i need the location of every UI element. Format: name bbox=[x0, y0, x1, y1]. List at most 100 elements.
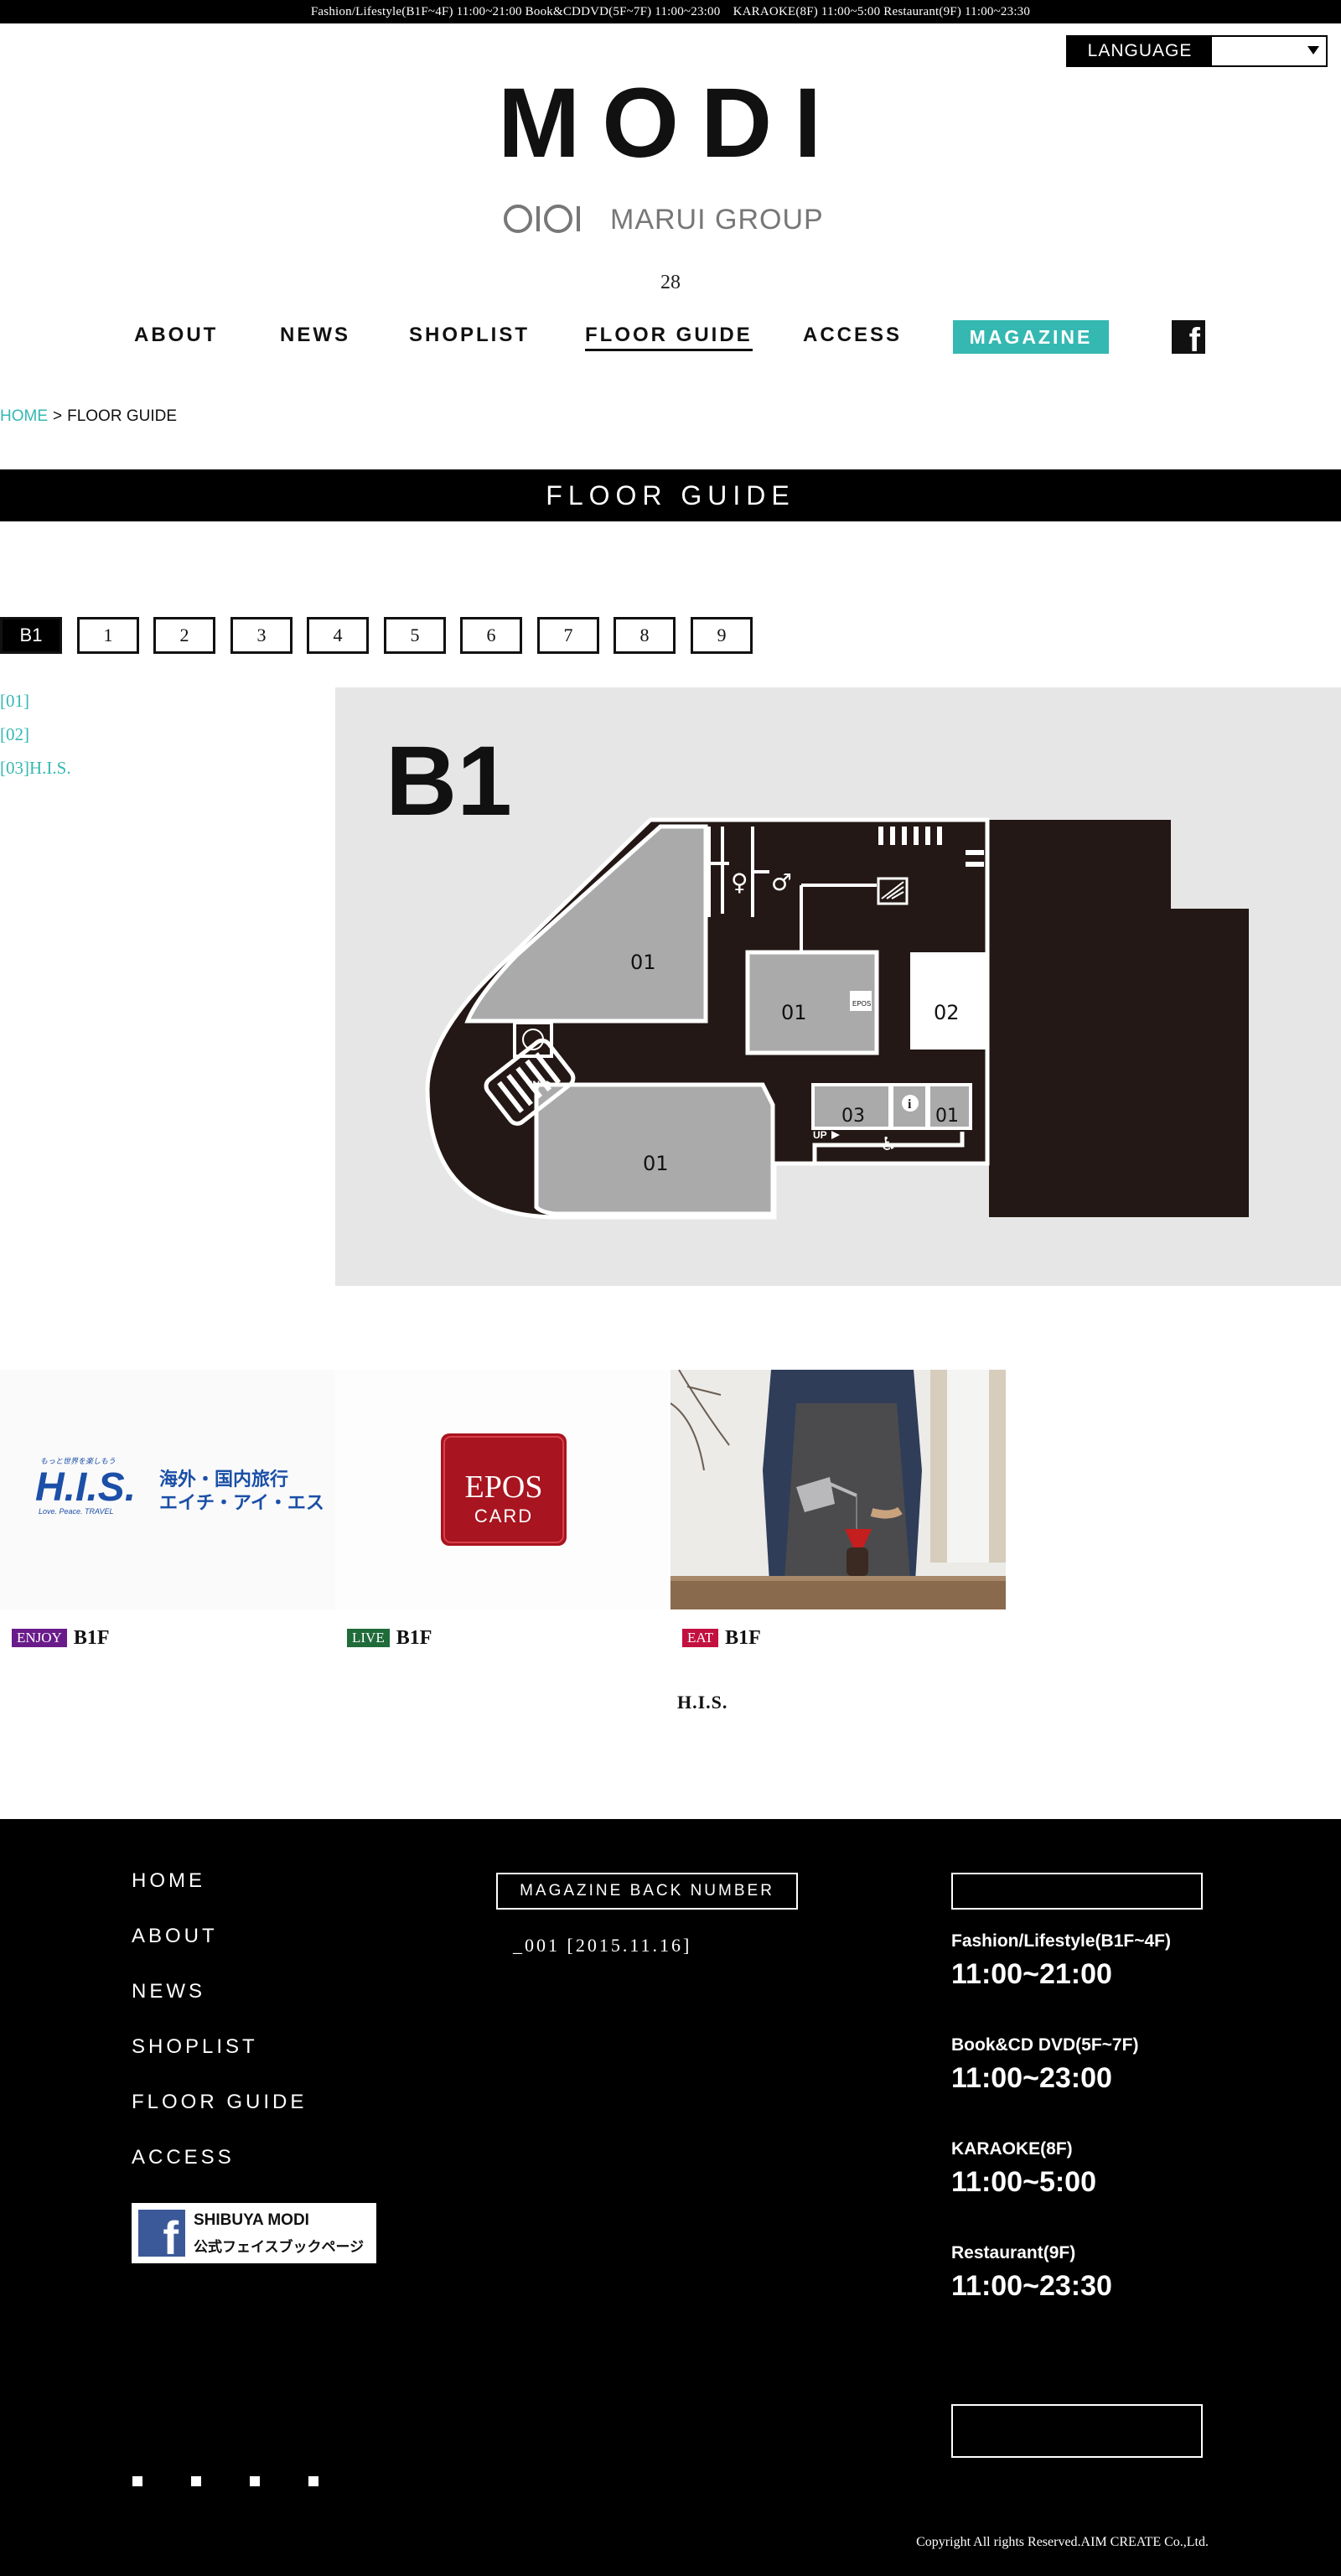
floor-tab-6[interactable]: 6 bbox=[460, 617, 522, 654]
his-japanese-title: 海外・国内旅行 bbox=[159, 1469, 288, 1490]
nav-shoplist[interactable]: SHOPLIST bbox=[409, 324, 530, 347]
wheelchair-icon: ♿ bbox=[880, 1134, 897, 1155]
breadcrumb-home[interactable]: HOME bbox=[0, 407, 48, 425]
hours-label-books: Book&CD DVD(5F~7F) bbox=[951, 2035, 1139, 2055]
his-katakana-name: エイチ・アイ・エス bbox=[159, 1493, 324, 1514]
page-title: FLOOR GUIDE bbox=[0, 469, 1341, 521]
card-floor: B1F bbox=[725, 1626, 761, 1649]
footer-nav-shoplist[interactable]: SHOPLIST bbox=[132, 2035, 258, 2059]
map-label-03: 03 bbox=[841, 1106, 865, 1127]
tag-badge: LIVE bbox=[347, 1629, 390, 1647]
facebook-banner-subtitle: 公式フェイスブックページ bbox=[194, 2239, 365, 2255]
footer-nav-about[interactable]: ABOUT bbox=[132, 1925, 218, 1948]
marui-group-text: MARUI GROUP bbox=[610, 204, 824, 236]
card-image-epos[interactable]: EPOS CARD bbox=[335, 1370, 670, 1609]
facebook-page-banner[interactable]: f SHIBUYA MODI 公式フェイスブックページ bbox=[132, 2203, 376, 2263]
hours-time-restaurant: 11:00~23:30 bbox=[951, 2270, 1112, 2302]
social-dot-icon[interactable] bbox=[132, 2476, 142, 2486]
map-label-01-c: 01 bbox=[781, 1001, 807, 1024]
restroom-male-icon: ♂ bbox=[771, 868, 792, 896]
tag-badge: EAT bbox=[682, 1629, 719, 1647]
language-select[interactable] bbox=[1212, 37, 1326, 65]
social-dot-icon[interactable] bbox=[250, 2476, 260, 2486]
language-label: LANGUAGE bbox=[1068, 37, 1212, 65]
card-meta-epos: LIVE B1F bbox=[347, 1626, 432, 1650]
oioi-rings-icon bbox=[504, 205, 580, 233]
nav-news[interactable]: NEWS bbox=[280, 324, 350, 347]
facebook-banner-title: SHIBUYA MODI bbox=[194, 2211, 309, 2229]
footer-nav-home[interactable]: HOME bbox=[132, 1869, 205, 1893]
hours-label-karaoke: KARAOKE(8F) bbox=[951, 2139, 1073, 2159]
social-dot-icon[interactable] bbox=[191, 2476, 201, 2486]
nav-access[interactable]: ACCESS bbox=[803, 324, 902, 347]
floor-map-svg: B1 ♀ ♂ EPOS IN UP i ♿ 01 01 01 02 03 01 bbox=[386, 726, 1249, 1220]
magazine-back-number-button[interactable]: MAGAZINE BACK NUMBER bbox=[496, 1873, 798, 1910]
info-icon-glyph: i bbox=[908, 1097, 912, 1112]
epos-text: EPOS bbox=[465, 1469, 543, 1505]
card-image-cafe[interactable] bbox=[670, 1370, 1006, 1609]
hours-label-restaurant: Restaurant(9F) bbox=[951, 2243, 1076, 2262]
floor-tab-8[interactable]: 8 bbox=[614, 617, 676, 654]
footer-nav-access[interactable]: ACCESS bbox=[132, 2146, 235, 2169]
footer-box-bottom[interactable] bbox=[951, 2404, 1203, 2458]
card-floor: B1F bbox=[396, 1626, 432, 1649]
store-link-01[interactable]: [01] bbox=[0, 691, 29, 712]
nav-about[interactable]: ABOUT bbox=[134, 324, 218, 347]
floor-tab-1[interactable]: 1 bbox=[77, 617, 139, 654]
map-label-01-a: 01 bbox=[630, 951, 656, 974]
breadcrumb-current: FLOOR GUIDE bbox=[67, 407, 178, 425]
marui-group-logo: MARUI GROUP bbox=[503, 200, 838, 238]
coffee-pour-photo bbox=[670, 1370, 1006, 1609]
footer-nav-floor-guide[interactable]: FLOOR GUIDE bbox=[132, 2091, 307, 2114]
footer-box-top[interactable] bbox=[951, 1873, 1203, 1910]
nav-magazine-button[interactable]: MAGAZINE bbox=[953, 320, 1109, 354]
store-link-03[interactable]: [03]H.I.S. bbox=[0, 758, 71, 779]
floor-tab-7[interactable]: 7 bbox=[537, 617, 599, 654]
breadcrumb-separator: > bbox=[53, 407, 63, 425]
map-label-01-b: 01 bbox=[643, 1152, 669, 1175]
floor-tab-b1[interactable]: B1 bbox=[0, 617, 62, 654]
footer: HOME ABOUT NEWS SHOPLIST FLOOR GUIDE ACC… bbox=[0, 1819, 1341, 2576]
floor-tab-2[interactable]: 2 bbox=[153, 617, 215, 654]
map-right-block bbox=[989, 820, 1249, 1217]
footer-nav-news[interactable]: NEWS bbox=[132, 1980, 205, 2003]
floor-tab-4[interactable]: 4 bbox=[307, 617, 369, 654]
breadcrumb: HOME > FLOOR GUIDE bbox=[0, 407, 177, 426]
social-dot-icon[interactable] bbox=[308, 2476, 318, 2486]
facebook-icon: f bbox=[138, 2210, 185, 2262]
his-logo-text: H.I.S. bbox=[35, 1465, 136, 1510]
hours-time-books: 11:00~23:00 bbox=[951, 2062, 1112, 2094]
card-floor: B1F bbox=[73, 1626, 110, 1649]
magazine-issue-link[interactable]: _001 [2015.11.16] bbox=[513, 1935, 691, 1957]
map-in-sign: IN bbox=[530, 1079, 540, 1091]
epos-kiosk-label: EPOS bbox=[852, 1000, 871, 1008]
his-logo-image: もっと世界を楽しもう H.I.S. Love. Peace. TRAVEL 海外… bbox=[35, 1457, 324, 1516]
epos-card-image: EPOS CARD bbox=[441, 1433, 567, 1546]
map-shop-01-a[interactable] bbox=[464, 824, 708, 1024]
floor-map: B1 ♀ ♂ EPOS IN UP i ♿ 01 01 01 02 03 01 bbox=[335, 687, 1341, 1286]
logo-number: 28 bbox=[660, 272, 681, 293]
language-selector[interactable]: LANGUAGE bbox=[1066, 35, 1328, 67]
hours-time-fashion: 11:00~21:00 bbox=[951, 1958, 1112, 1990]
his-subtitle: Love. Peace. TRAVEL bbox=[39, 1507, 114, 1516]
map-shop-01-b[interactable] bbox=[534, 1082, 775, 1216]
main-nav: ABOUT NEWS SHOPLIST FLOOR GUIDE ACCESS M… bbox=[0, 319, 1341, 357]
map-floor-label: B1 bbox=[386, 726, 512, 837]
nav-floor-guide[interactable]: FLOOR GUIDE bbox=[585, 324, 753, 351]
map-label-01-d: 01 bbox=[935, 1106, 959, 1127]
floor-tab-5[interactable]: 5 bbox=[384, 617, 446, 654]
card-meta-cafe: EAT B1F bbox=[682, 1626, 761, 1650]
card-title[interactable]: H.I.S. bbox=[677, 1692, 727, 1713]
opening-hours-bar: Fashion/Lifestyle(B1F~4F) 11:00~21:00 Bo… bbox=[0, 0, 1341, 23]
epos-card-text: CARD bbox=[474, 1506, 533, 1526]
map-up-sign: UP bbox=[813, 1129, 827, 1141]
floor-tab-3[interactable]: 3 bbox=[230, 617, 293, 654]
hours-label-fashion: Fashion/Lifestyle(B1F~4F) bbox=[951, 1931, 1171, 1951]
tag-badge: ENJOY bbox=[12, 1629, 67, 1647]
modi-logo[interactable]: MODI bbox=[494, 74, 847, 173]
facebook-icon[interactable]: f bbox=[1172, 320, 1205, 357]
store-link-02[interactable]: [02] bbox=[0, 724, 29, 745]
card-image-his[interactable]: もっと世界を楽しもう H.I.S. Love. Peace. TRAVEL 海外… bbox=[0, 1370, 335, 1609]
floor-tab-9[interactable]: 9 bbox=[691, 617, 753, 654]
copyright: Copyright All rights Reserved.AIM CREATE… bbox=[916, 2535, 1209, 2549]
